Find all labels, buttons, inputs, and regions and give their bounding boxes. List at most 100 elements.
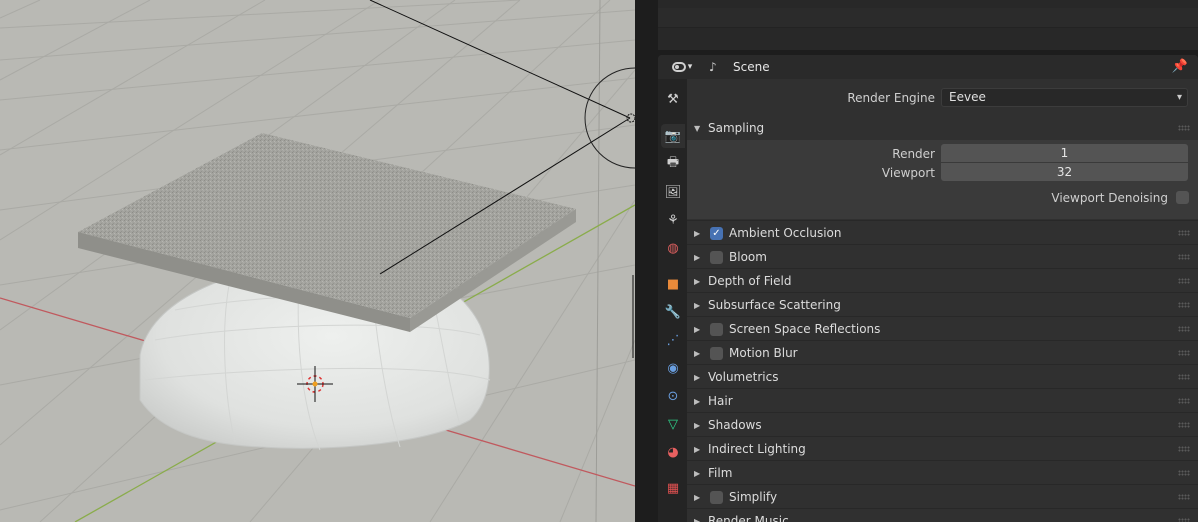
tab-view-layer[interactable]: 🖼: [661, 180, 685, 204]
drag-grip-icon[interactable]: [1178, 470, 1190, 476]
tab-material[interactable]: ◕: [661, 440, 685, 464]
tab-physics[interactable]: ◉: [661, 356, 685, 380]
panel-title: Motion Blur: [729, 346, 798, 360]
render-engine-label: Render Engine: [847, 91, 935, 105]
tab-world[interactable]: ◍: [661, 236, 685, 260]
drag-grip-icon[interactable]: [1178, 278, 1190, 284]
motion-blur-checkbox[interactable]: [710, 346, 723, 360]
tab-particles[interactable]: ⋰: [661, 328, 685, 352]
panel-title: Screen Space Reflections: [729, 322, 881, 336]
drag-grip-icon[interactable]: [1178, 446, 1190, 452]
panel-title: Depth of Field: [708, 274, 792, 288]
panel-title: Shadows: [708, 418, 762, 432]
drag-grip-icon[interactable]: [1178, 422, 1190, 428]
panel-header-indirect-lighting[interactable]: ▶ Indirect Lighting: [687, 437, 1198, 461]
drag-grip-icon[interactable]: [1178, 230, 1190, 236]
collapsed-arrow-icon: ▶: [694, 420, 701, 430]
collapsed-arrow-icon: ▶: [694, 372, 701, 382]
collapsed-arrow-icon: ▶: [694, 300, 701, 310]
collapsed-arrow-icon: ▶: [694, 516, 701, 522]
tab-modifiers[interactable]: 🔧: [661, 300, 685, 324]
ambient-occlusion-checkbox[interactable]: ✓: [710, 226, 723, 240]
panel-header-film[interactable]: ▶ Film: [687, 461, 1198, 485]
tab-render[interactable]: 📷: [661, 124, 685, 148]
panel-title: Subsurface Scattering: [708, 298, 841, 312]
tab-output[interactable]: 🖶: [661, 152, 685, 176]
tool-icon: ⚒: [667, 91, 679, 107]
drag-grip-icon[interactable]: [1178, 494, 1190, 500]
collapsed-arrow-icon: ▶: [694, 228, 701, 238]
panel-title: Bloom: [729, 250, 767, 264]
editor-type-button[interactable]: ▾: [667, 58, 697, 76]
drag-grip-icon[interactable]: [1178, 125, 1190, 131]
drag-grip-icon[interactable]: [1178, 326, 1190, 332]
properties-tabs: ⚒ 📷 🖶 🖼 ⚘ ◍ ■ 🔧 ⋰ ◉ ⊙ ▽ ◕ ▦: [658, 79, 687, 522]
mesh-data-icon: ▽: [668, 416, 678, 432]
render-icon: 📷: [664, 128, 682, 144]
panel-header-hair[interactable]: ▶ Hair: [687, 389, 1198, 413]
pin-icon[interactable]: 📌: [1172, 59, 1188, 74]
object-icon: ■: [666, 276, 680, 292]
tab-tool[interactable]: ⚒: [661, 87, 685, 111]
panel-header-subsurface-scattering[interactable]: ▶ Subsurface Scattering: [687, 293, 1198, 317]
drag-grip-icon[interactable]: [1178, 518, 1190, 522]
render-samples-field[interactable]: 1: [941, 144, 1188, 162]
panel-title: Volumetrics: [708, 370, 779, 384]
panel-header-depth-of-field[interactable]: ▶ Depth of Field: [687, 269, 1198, 293]
panel-header-bloom[interactable]: ▶ Bloom: [687, 245, 1198, 269]
output-icon: 🖶: [666, 155, 680, 170]
collapsed-arrow-icon: ▶: [694, 252, 701, 262]
tab-data[interactable]: ▽: [661, 412, 685, 436]
panel-header-simplify[interactable]: ▶ Simplify: [687, 485, 1198, 509]
render-engine-dropdown[interactable]: Eevee ▾: [941, 88, 1188, 107]
panel-header-render-music[interactable]: ▶ Render Music: [687, 509, 1198, 522]
panel-header-sampling[interactable]: ▼ Sampling: [687, 116, 1198, 140]
outliner-bottom[interactable]: [658, 0, 1198, 50]
plane-slab-mesh[interactable]: [78, 133, 576, 332]
screen-space-reflections-checkbox[interactable]: [710, 322, 723, 336]
drag-grip-icon[interactable]: [1178, 254, 1190, 260]
viewport-denoising-row: Viewport Denoising: [687, 188, 1198, 208]
panel-header-ambient-occlusion[interactable]: ▶ ✓ Ambient Occlusion: [687, 221, 1198, 245]
viewport-samples-field[interactable]: 32: [941, 163, 1188, 181]
simplify-checkbox[interactable]: [710, 490, 723, 504]
viewport-denoising-checkbox[interactable]: [1176, 191, 1189, 204]
drag-grip-icon[interactable]: [1178, 350, 1190, 356]
collapsed-arrow-icon: ▶: [694, 348, 701, 358]
panel-title: Sampling: [708, 121, 765, 135]
sampling-panel-body: Render 1 Viewport 32 Viewport Denoising: [687, 140, 1198, 219]
tab-constraints[interactable]: ⊙: [661, 384, 685, 408]
properties-content: Render Engine Eevee ▾ ▼ Sampling Render …: [687, 79, 1198, 522]
bloom-checkbox[interactable]: [710, 250, 723, 264]
3d-viewport[interactable]: [0, 0, 635, 522]
properties-editor: ▾ ♪ Scene 📌 ⚒ 📷 🖶 🖼 ⚘ ◍ ■ 🔧 ⋰ ◉ ⊙ ▽ ◕ ▦ Render Engine…: [658, 55, 1198, 522]
expanded-arrow-icon: ▼: [694, 123, 701, 133]
panel-header-screen-space-reflections[interactable]: ▶ Screen Space Reflections: [687, 317, 1198, 341]
tab-object[interactable]: ■: [661, 272, 685, 296]
render-samples-row: Render 1: [687, 144, 1198, 164]
panel-title: Hair: [708, 394, 733, 408]
physics-icon: ◉: [667, 360, 679, 376]
render-engine-value: Eevee: [949, 90, 986, 104]
drag-grip-icon[interactable]: [1178, 374, 1190, 380]
collapsed-arrow-icon: ▶: [694, 276, 701, 286]
panel-title: Film: [708, 466, 733, 480]
tab-scene[interactable]: ⚘: [661, 208, 685, 232]
constraints-icon: ⊙: [667, 388, 679, 404]
chevron-down-icon: ▾: [687, 62, 693, 72]
panel-header-volumetrics[interactable]: ▶ Volumetrics: [687, 365, 1198, 389]
wrench-icon: 🔧: [664, 304, 682, 320]
viewport-denoising-label: Viewport Denoising: [1051, 191, 1168, 205]
properties-header: ▾ ♪ Scene 📌: [658, 55, 1198, 79]
outliner-row[interactable]: [658, 8, 1198, 28]
viewport-samples-label: Viewport: [881, 166, 935, 180]
panel-header-motion-blur[interactable]: ▶ Motion Blur: [687, 341, 1198, 365]
context-title: Scene: [733, 60, 770, 74]
collapsed-arrow-icon: ▶: [694, 444, 701, 454]
tab-texture[interactable]: ▦: [661, 476, 685, 500]
light-object-icon[interactable]: [626, 113, 635, 123]
scene-icon: ♪: [709, 60, 717, 74]
panel-header-shadows[interactable]: ▶ Shadows: [687, 413, 1198, 437]
drag-grip-icon[interactable]: [1178, 302, 1190, 308]
drag-grip-icon[interactable]: [1178, 398, 1190, 404]
